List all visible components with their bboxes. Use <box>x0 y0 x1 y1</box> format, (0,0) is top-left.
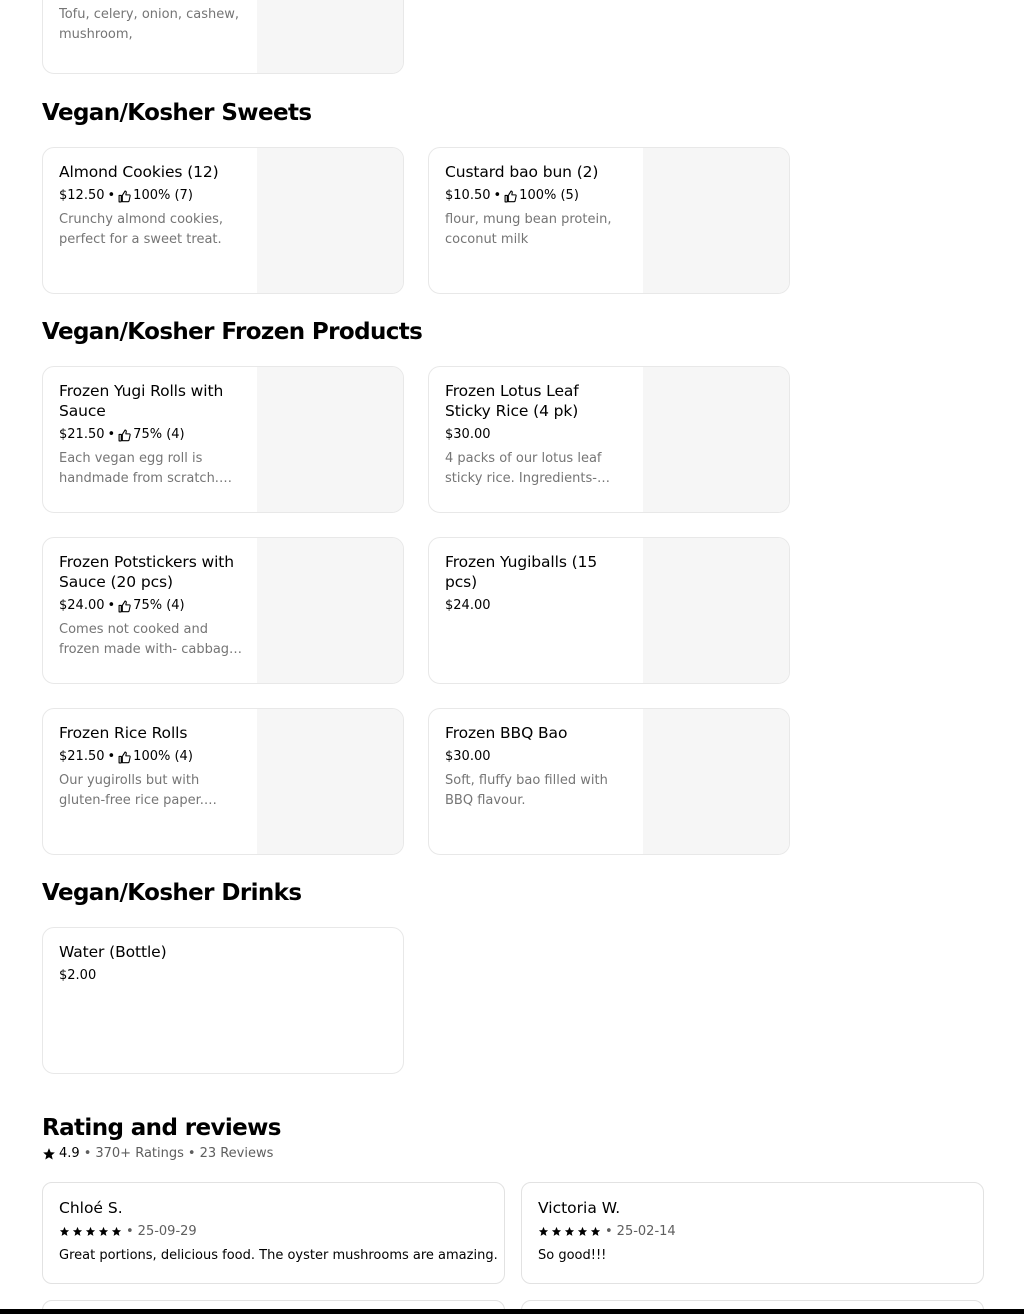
section-title-drinks: Vegan/Kosher Drinks <box>42 880 302 906</box>
item-image-placeholder <box>257 0 403 73</box>
thumbs-up-icon <box>118 429 131 442</box>
review-author: Chloé S. <box>59 1199 123 1217</box>
item-description: flour, mung bean protein, coconut milk <box>445 212 612 247</box>
review-stars <box>538 1226 601 1237</box>
item-rating: 75% (4) <box>133 427 185 442</box>
star-icon <box>43 1147 55 1160</box>
item-rating: 100% (7) <box>133 188 193 203</box>
item-price: $21.50 <box>59 427 105 442</box>
separator: • <box>493 188 502 203</box>
menu-item-frozen-potstickers[interactable]: Frozen Potstickers with Sauce (20 pcs) $… <box>42 537 404 684</box>
item-image-placeholder <box>257 148 403 293</box>
item-description: Tofu, celery, onion, cashew, mushroom, <box>59 7 239 42</box>
separator: • <box>107 188 116 203</box>
star-icon <box>551 1226 562 1236</box>
menu-item-frozen-lotus-leaf[interactable]: Frozen Lotus Leaf Sticky Rice (4 pk) $30… <box>428 366 790 513</box>
star-icon <box>85 1226 96 1236</box>
item-name: Frozen Yugi Rolls with Sauce <box>59 382 224 420</box>
item-image-placeholder <box>257 367 403 512</box>
item-name: Frozen Lotus Leaf Sticky Rice (4 pk) <box>445 382 579 420</box>
item-description: Comes not cooked and frozen made with- c… <box>59 622 242 657</box>
item-description: Crunchy almond cookies, perfect for a sw… <box>59 212 224 247</box>
reviews-count: 23 Reviews <box>199 1146 274 1161</box>
item-name: Custard bao bun (2) <box>445 163 599 181</box>
item-name: Frozen Yugiballs (15 pcs) <box>445 553 598 591</box>
separator: • <box>83 1146 92 1161</box>
item-description: Our yugirolls but with gluten-free rice … <box>59 773 204 808</box>
item-image-placeholder <box>643 148 789 293</box>
review-date: 25-09-29 <box>137 1224 197 1239</box>
thumbs-up-icon <box>118 600 131 613</box>
item-name: Frozen Potstickers with Sauce (20 pcs) <box>59 553 234 591</box>
item-image-placeholder <box>257 709 403 854</box>
item-rating: 75% (4) <box>133 598 185 613</box>
item-name: Almond Cookies (12) <box>59 163 219 181</box>
bottom-edge-bar <box>0 1309 1024 1314</box>
menu-item-custard-bao[interactable]: Custard bao bun (2) $10.50 • 100% (5) fl… <box>428 147 790 294</box>
item-price: $30.00 <box>445 749 491 764</box>
star-icon <box>72 1226 83 1236</box>
item-image-placeholder <box>257 538 403 683</box>
item-image-placeholder <box>643 367 789 512</box>
separator: • <box>107 598 116 613</box>
thumbs-up-icon <box>504 190 517 203</box>
item-name: Frozen BBQ Bao <box>445 724 568 742</box>
review-date: 25-02-14 <box>616 1224 676 1239</box>
item-rating: 100% (4) <box>133 749 193 764</box>
star-icon <box>111 1226 122 1236</box>
review-stars <box>59 1226 122 1237</box>
thumbs-up-icon <box>118 190 131 203</box>
section-title-frozen: Vegan/Kosher Frozen Products <box>42 319 423 345</box>
item-price: $24.00 <box>445 598 491 613</box>
separator: • <box>605 1224 613 1239</box>
item-rating: 100% (5) <box>519 188 579 203</box>
item-name: Frozen Rice Rolls <box>59 724 188 742</box>
star-icon <box>98 1226 109 1236</box>
item-price: $24.00 <box>59 598 105 613</box>
star-icon <box>577 1226 588 1236</box>
menu-item-frozen-yugi-rolls[interactable]: Frozen Yugi Rolls with Sauce $21.50 • 75… <box>42 366 404 513</box>
star-icon <box>538 1226 549 1236</box>
item-price: $30.00 <box>445 427 491 442</box>
menu-item-water[interactable]: Water (Bottle) $2.00 <box>42 927 404 1074</box>
rating-summary: 4.9 • 370+ Ratings • 23 Reviews <box>42 1146 273 1161</box>
separator: • <box>126 1224 134 1239</box>
review-card[interactable]: Chloé S. • 25-09-29 Great portions, deli… <box>42 1182 505 1284</box>
item-name: Water (Bottle) <box>59 943 167 961</box>
star-icon <box>59 1226 70 1236</box>
separator: • <box>107 749 116 764</box>
item-description: Soft, fluffy bao filled with BBQ flavour… <box>445 773 608 808</box>
review-text: Great portions, delicious food. The oyst… <box>59 1248 498 1263</box>
menu-item-almond-cookies[interactable]: Almond Cookies (12) $12.50 • 100% (7) Cr… <box>42 147 404 294</box>
item-description: 4 packs of our lotus leaf sticky rice. I… <box>445 451 602 486</box>
separator: • <box>107 427 116 442</box>
item-description: Each vegan egg roll is handmade from scr… <box>59 451 219 486</box>
menu-item-card-partial[interactable]: Tofu, celery, onion, cashew, mushroom, <box>42 0 404 74</box>
separator: • <box>187 1146 196 1161</box>
item-image-placeholder <box>643 538 789 683</box>
section-title-reviews: Rating and reviews <box>42 1115 281 1141</box>
menu-item-frozen-bbq-bao[interactable]: Frozen BBQ Bao $30.00 Soft, fluffy bao f… <box>428 708 790 855</box>
star-icon <box>564 1226 575 1236</box>
review-card[interactable]: Victoria W. • 25-02-14 So good!!! <box>521 1182 984 1284</box>
item-price: $10.50 <box>445 188 491 203</box>
thumbs-up-icon <box>118 751 131 764</box>
item-price: $12.50 <box>59 188 105 203</box>
menu-item-frozen-yugiballs[interactable]: Frozen Yugiballs (15 pcs) $24.00 <box>428 537 790 684</box>
item-price: $2.00 <box>59 968 97 983</box>
menu-item-frozen-rice-rolls[interactable]: Frozen Rice Rolls $21.50 • 100% (4) Our … <box>42 708 404 855</box>
item-price: $21.50 <box>59 749 105 764</box>
star-icon <box>590 1226 601 1236</box>
section-title-sweets: Vegan/Kosher Sweets <box>42 100 312 126</box>
review-text: So good!!! <box>538 1248 607 1263</box>
rating-score: 4.9 <box>59 1146 80 1161</box>
review-author: Victoria W. <box>538 1199 621 1217</box>
item-image-placeholder <box>643 709 789 854</box>
ratings-count: 370+ Ratings <box>95 1146 184 1161</box>
